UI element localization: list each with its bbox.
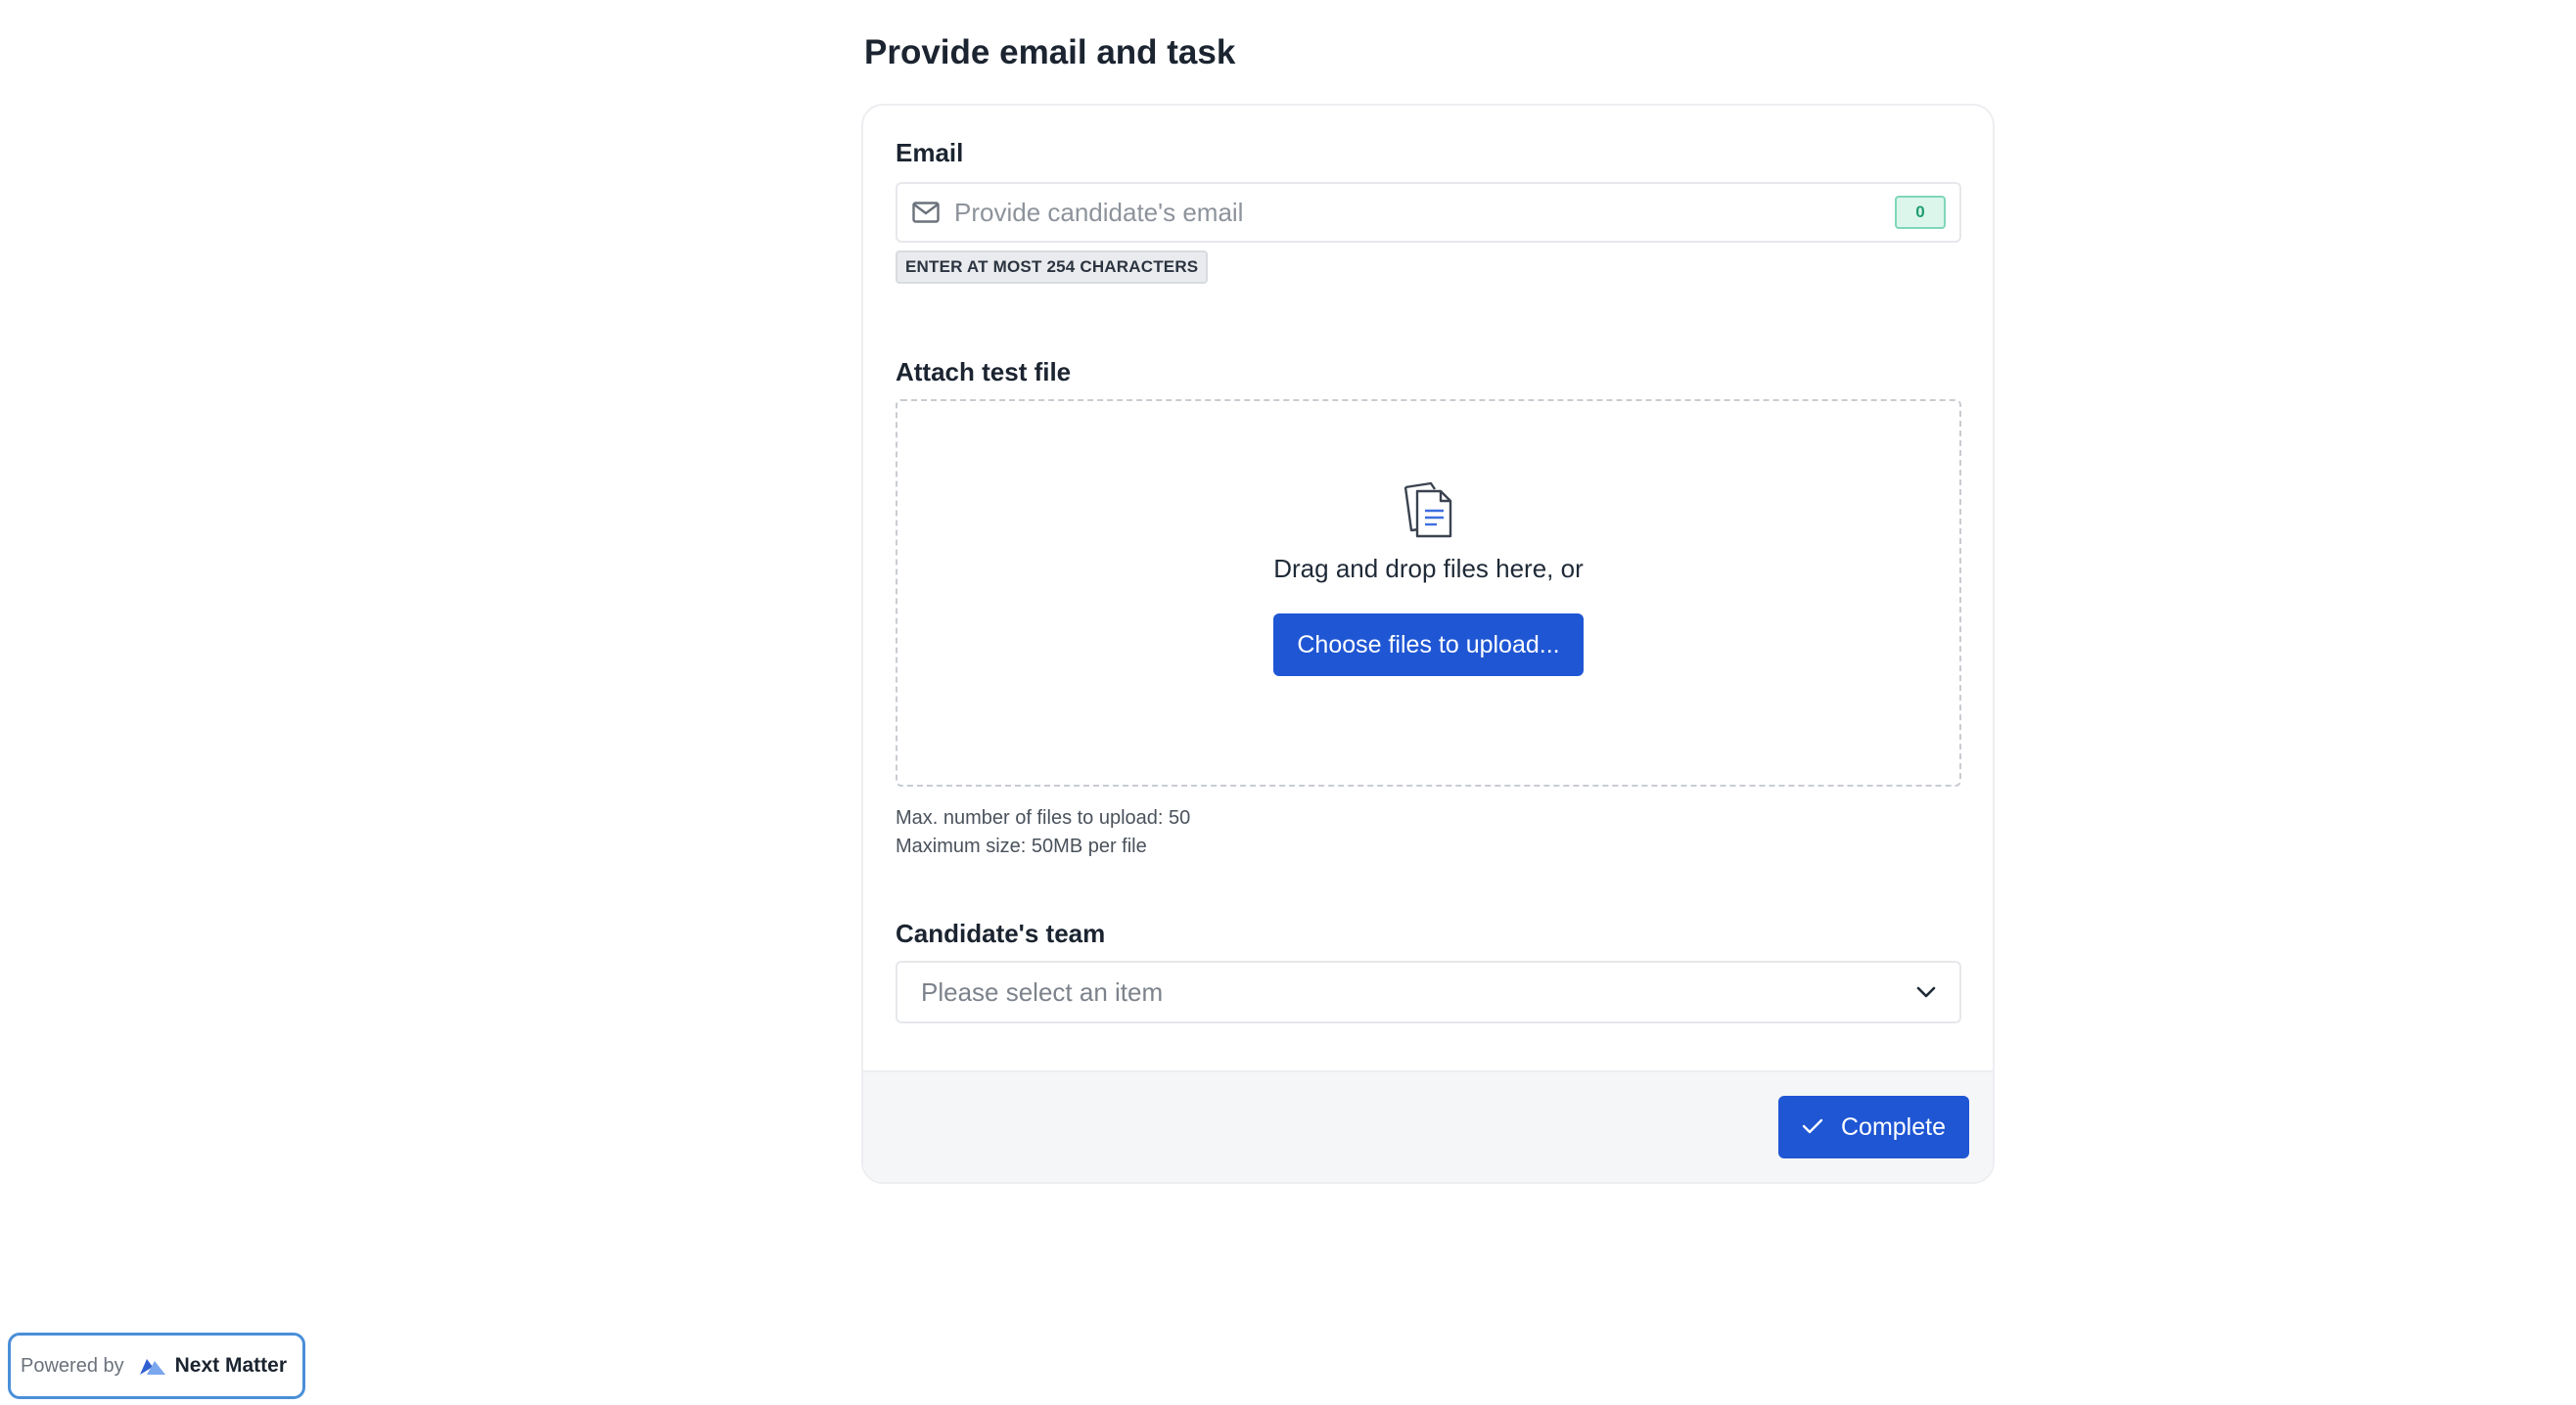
page: Provide email and task Email Provide can… xyxy=(0,0,2576,1405)
powered-by-text: Powered by xyxy=(21,1354,124,1377)
form-card-body: Email Provide candidate's email 0 ENTER … xyxy=(863,106,1993,1070)
complete-button[interactable]: Complete xyxy=(1778,1096,1969,1158)
choose-files-button[interactable]: Choose files to upload... xyxy=(1273,613,1584,676)
page-title: Provide email and task xyxy=(864,33,1236,71)
next-matter-logo-icon xyxy=(138,1355,167,1377)
brand-name: Next Matter xyxy=(174,1354,287,1377)
email-field[interactable]: Provide candidate's email 0 xyxy=(896,182,1961,243)
document-icon xyxy=(1402,479,1456,540)
team-select-placeholder: Please select an item xyxy=(921,976,1164,1007)
form-card: Email Provide candidate's email 0 ENTER … xyxy=(861,104,1995,1184)
complete-button-label: Complete xyxy=(1841,1112,1946,1141)
char-count-badge: 0 xyxy=(1895,196,1946,229)
form-container: Provide email and task Email Provide can… xyxy=(861,0,1995,1184)
file-dropzone[interactable]: Drag and drop files here, or Choose file… xyxy=(896,399,1961,787)
mail-icon xyxy=(911,198,941,227)
powered-by-badge[interactable]: Powered by Next Matter xyxy=(8,1333,305,1399)
max-files-text: Max. number of files to upload: 50 xyxy=(896,807,1191,829)
form-card-footer: Complete xyxy=(863,1070,1993,1182)
email-placeholder: Provide candidate's email xyxy=(954,197,1244,227)
chevron-down-icon xyxy=(1914,980,1938,1004)
team-select[interactable]: Please select an item xyxy=(896,961,1961,1023)
drag-drop-text: Drag and drop files here, or xyxy=(1273,554,1584,583)
max-size-text: Maximum size: 50MB per file xyxy=(896,836,1147,857)
email-length-hint: ENTER AT MOST 254 CHARACTERS xyxy=(896,250,1209,284)
check-icon xyxy=(1802,1113,1823,1142)
upload-limits: Max. number of files to upload: 50 Maxim… xyxy=(896,804,1961,861)
email-label: Email xyxy=(896,138,964,167)
team-label: Candidate's team xyxy=(896,919,1106,948)
attachment-label: Attach test file xyxy=(896,357,1072,386)
